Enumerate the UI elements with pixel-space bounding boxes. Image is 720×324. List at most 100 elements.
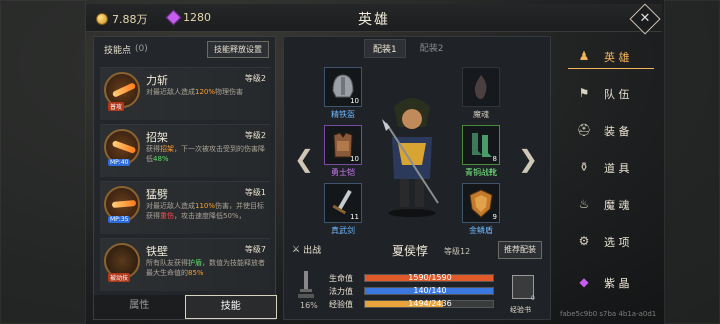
skill-name: 招架 [146,131,168,144]
skill-description: 所有队友获得护盾，数值为技能释放者最大生命值的85% [146,259,265,277]
left-tabs: 属性 技能 [94,295,277,319]
mp-value: 140/140 [413,286,447,295]
hp-label: 生命值 [329,274,353,283]
skill-release-settings-button[interactable]: 技能释放设置 [207,41,269,58]
menu-item-equipment[interactable]: ⛑ 装 备 [560,118,660,144]
crystal-icon: ◆ [579,275,589,289]
helmet-slot[interactable]: 10 [324,67,362,107]
exp-book-count: 0 [531,295,535,302]
tab-skills[interactable]: 技能 [184,295,277,319]
skill-name: 铁壁 [146,245,168,258]
skill-item-zhaojia[interactable]: MP:40 招架 等级2 获得招架，下一次被攻击受到的伤害降低48% [100,124,270,177]
tab-loadout-2[interactable]: 配装2 [412,39,452,58]
menu-label: 装 备 [604,125,630,138]
close-icon: ✕ [639,11,651,26]
skill-item-mengpi[interactable]: MP:35 猛劈 等级1 对最近敌人造成110%伤害，并使目标获得重伤，攻击速度… [100,181,270,234]
gear-icon: ⚙ [578,234,590,248]
exp-book-label: 经验书 [510,306,531,314]
skill-level: 等级1 [244,188,266,197]
background-left [0,0,86,324]
skill-item-lizhan[interactable]: 普攻 力斩 等级2 对最近敌人造成120%物理伤害 [100,67,270,120]
skills-panel: 技能点 (0) 技能释放设置 普攻 力斩 等级2 对最近敌人造成120%物理伤害… [93,36,277,320]
skill-tag: MP:40 [108,159,131,166]
skill-level: 等级7 [244,245,266,254]
right-menu: ♟ 英 雄 ⚑ 队 伍 ⛑ 装 备 ⚱ 道 具 ♨ 魔 魂 ⚙ 选 项 ◆ 紫 … [560,40,660,302]
weapon-slot[interactable]: 11 [324,183,362,223]
shield-icon [469,189,493,218]
tab-loadout-1[interactable]: 配装1 [364,39,406,58]
menu-label: 队 伍 [604,88,630,101]
skill-name: 力斩 [146,74,168,87]
crossed-swords-icon: ⚔ [292,244,301,255]
loadout-tabs: 配装1 配装2 [364,39,451,58]
equipment-panel: 配装1 配装2 10 精铁盔 10 勇士铠 11 真武剑 魔魂 8 青铜战靴 9… [283,36,551,320]
weapon-name: 真武剑 [331,226,355,235]
watermark: fabe5c9b0 s7ba 4b1a-a0d1 [560,310,657,318]
menu-item-options[interactable]: ⚙ 选 项 [560,229,660,255]
mp-bar: 140/140 [364,286,494,295]
rank-percent: 16% [300,301,318,310]
hero-portrait [382,98,439,217]
background-right [664,0,720,324]
bag-icon: ⚱ [578,160,590,174]
slot-level: 8 [492,155,497,163]
active-underline [568,68,654,69]
person-icon: ♟ [578,49,590,63]
helmet-name: 精铁盔 [331,110,355,119]
next-hero-arrow[interactable]: ❯ [518,145,538,173]
prev-hero-arrow[interactable]: ❮ [294,145,314,173]
mp-label: 法力值 [329,287,353,296]
skill-description: 对最近敌人造成120%物理伤害 [146,88,244,96]
shield-name: 金鳞盾 [469,226,493,235]
armor-slot[interactable]: 10 [324,125,362,165]
menu-label: 选 项 [604,236,630,249]
top-bar: 7.88万 1280 英雄 [86,4,662,32]
skill-tag: 被动技 [108,273,131,282]
menu-label: 英 雄 [604,51,630,64]
armor-name: 勇士铠 [331,168,355,177]
page-title: 英雄 [358,12,390,28]
exp-label: 经验值 [329,300,353,309]
menu-item-items[interactable]: ⚱ 道 具 [560,155,660,181]
skill-level: 等级2 [244,74,266,83]
shield-slot[interactable]: 9 [462,183,500,223]
menu-item-hero[interactable]: ♟ 英 雄 [560,44,660,70]
menu-item-team[interactable]: ⚑ 队 伍 [560,81,660,107]
flag-icon: ⚑ [578,86,590,100]
boots-name: 青铜战靴 [465,168,497,177]
menu-label: 魔 魂 [604,199,630,212]
boots-slot[interactable]: 8 [462,125,500,165]
exp-value: 1494/2436 [408,299,452,308]
boots-icon [472,133,492,157]
game-screen: 7.88万 1280 英雄 ✕ 技能点 (0) 技能释放设置 普攻 力斩 等级2… [0,0,720,324]
helmet-icon: ⛑ [576,123,592,137]
slot-level: 10 [350,97,359,105]
soul-slot[interactable] [462,67,500,107]
hp-bar: 1590/1590 [364,273,494,282]
skill-tag: 普攻 [108,102,125,111]
skill-points-count: (0) [135,44,148,54]
menu-label: 紫 晶 [604,277,630,290]
hero-level: 等级12 [444,247,471,256]
skill-name: 猛劈 [146,188,168,201]
menu-item-amethyst[interactable]: ◆ 紫 晶 [560,270,660,296]
skill-item-tiebi[interactable]: 被动技 铁壁 等级7 所有队友获得护盾，数值为技能释放者最大生命值的85% [100,238,270,291]
soul-name: 魔魂 [473,110,489,119]
skill-tag: MP:35 [108,216,131,223]
skill-description: 获得招架，下一次被攻击受到的伤害降低48% [146,145,265,163]
skill-description: 对最近敌人造成110%伤害，并使目标获得重伤，攻击速度降低50%， [146,202,265,220]
exp-bar: 1494/2436 [364,299,494,308]
slot-level: 10 [350,155,359,163]
skill-level: 等级2 [244,131,266,140]
sword-stand-icon [298,271,314,298]
hp-value: 1590/1590 [408,273,452,282]
slot-level: 9 [492,213,497,221]
deploy-toggle[interactable]: ⚔ 出战 [292,243,322,257]
menu-item-soul[interactable]: ♨ 魔 魂 [560,192,660,218]
deploy-label: 出战 [303,246,322,256]
hero-name: 夏侯惇 [392,244,429,258]
flame-icon [474,75,487,99]
tab-attributes[interactable]: 属性 [94,295,185,319]
recommend-loadout-button[interactable]: 推荐配装 [498,241,542,259]
slot-level: 11 [350,213,359,221]
